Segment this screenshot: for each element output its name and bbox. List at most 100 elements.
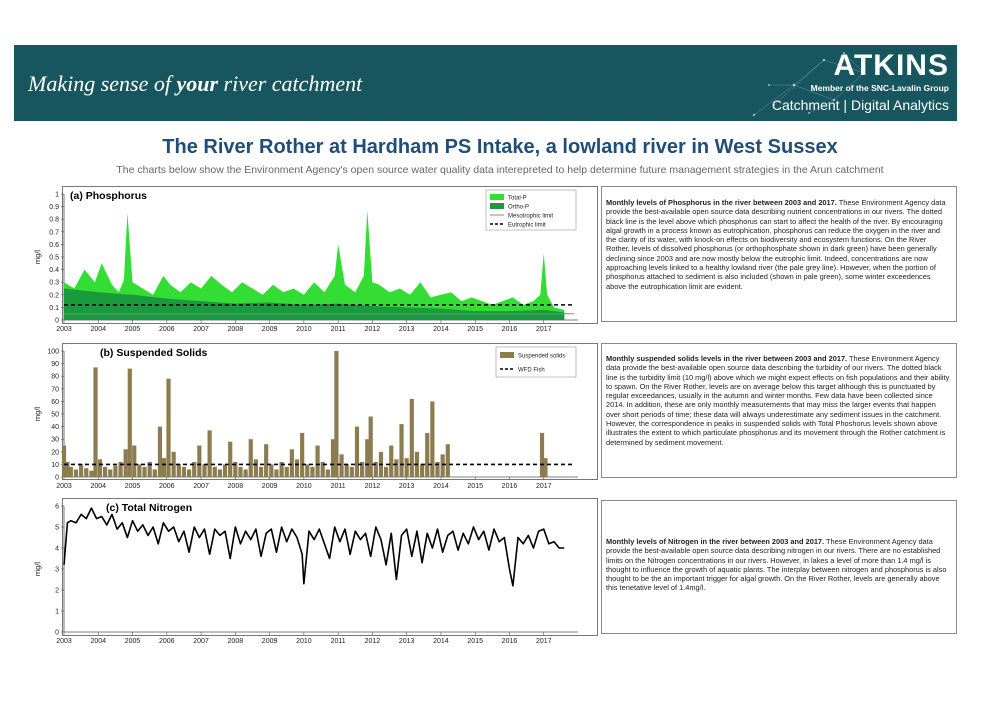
y-tick-label: 90 (51, 361, 59, 368)
x-tick-label: 2011 (331, 638, 346, 645)
y-tick-label: 10 (51, 462, 59, 469)
chart-title: (c) Total Nitrogen (106, 502, 192, 514)
x-tick-label: 2008 (228, 326, 244, 333)
y-tick-label: 1 (55, 609, 59, 616)
x-tick-label: 2010 (296, 638, 312, 645)
x-tick-label: 2008 (228, 638, 244, 645)
y-tick-label: 50 (51, 412, 59, 419)
y-tick-label: 0 (55, 630, 59, 637)
ss-bar (344, 464, 349, 477)
x-tick-label: 2007 (193, 326, 209, 333)
y-tick-label: 0 (55, 318, 59, 325)
suspended-solids-description-heading: Monthly suspended solids levels in the r… (606, 354, 848, 363)
y-axis-label: mg/l (33, 562, 42, 577)
ss-bar (384, 466, 389, 477)
ss-bar (176, 464, 181, 477)
x-tick-label: 2016 (502, 326, 518, 333)
ss-bar (339, 454, 344, 477)
x-tick-label: 2012 (365, 483, 381, 490)
y-tick-label: 4 (55, 546, 59, 553)
ss-bar (84, 468, 89, 477)
ss-bar (409, 398, 414, 477)
nitrogen-description: Monthly levels of Nitrogen in the river … (601, 500, 957, 634)
ss-bar (123, 449, 128, 477)
x-tick-label: 2006 (159, 638, 175, 645)
y-tick-label: 40 (51, 424, 59, 431)
y-tick-label: 5 (55, 525, 59, 532)
ss-bar (68, 466, 73, 477)
ss-bar (349, 466, 354, 477)
ss-bar (228, 441, 233, 477)
ss-bar (425, 432, 430, 477)
ss-bar (264, 444, 269, 477)
tagline: Making sense of your river catchment (28, 71, 363, 96)
ss-bar (368, 416, 373, 477)
y-tick-label: 3 (55, 567, 59, 574)
x-tick-label: 2012 (365, 638, 381, 645)
x-tick-label: 2015 (467, 483, 483, 490)
x-tick-label: 2011 (331, 326, 346, 333)
suspended-solids-description: Monthly suspended solids levels in the r… (601, 343, 957, 478)
x-tick-label: 2010 (296, 483, 312, 490)
ss-bar (127, 368, 132, 477)
y-axis-label: mg/l (33, 250, 42, 265)
x-tick-label: 2004 (90, 326, 106, 333)
x-tick-label: 2003 (56, 483, 72, 490)
x-tick-label: 2006 (159, 483, 175, 490)
ss-bar (269, 464, 274, 477)
x-tick-label: 2004 (90, 483, 106, 490)
x-tick-label: 2005 (125, 638, 141, 645)
x-tick-label: 2005 (125, 326, 141, 333)
nitrogen-chart: 0 1 2 3 4 5 6 2003 2004 2005 2006 2007 2008 2009 2010 2… (33, 502, 578, 645)
x-tick-label: 2007 (193, 483, 209, 490)
ss-bar (202, 464, 207, 477)
x-tick-label: 2014 (433, 326, 449, 333)
y-tick-label: 0.9 (49, 204, 59, 211)
y-tick-label: 0.1 (49, 305, 59, 312)
ss-bar (289, 449, 294, 477)
y-tick-label: 0 (55, 475, 59, 482)
phosphorus-description-heading: Monthly levels of Phosphorus in the rive… (606, 198, 837, 207)
ss-bar (404, 458, 409, 477)
ss-bar (89, 470, 94, 477)
ss-bar (310, 466, 315, 477)
ss-bar (132, 445, 137, 477)
x-tick-label: 2016 (502, 483, 518, 490)
ss-bar (543, 458, 548, 477)
y-tick-label: 2 (55, 588, 59, 595)
x-tick-label: 2009 (262, 483, 278, 490)
legend-label: WFD Fish (518, 367, 545, 373)
ss-bar (103, 466, 108, 477)
x-tick-label: 2017 (536, 638, 552, 645)
x-tick-label: 2011 (331, 483, 346, 490)
ss-bar (113, 465, 118, 477)
ss-bar (79, 464, 84, 477)
nitrogen-line (63, 507, 565, 587)
ss-bar (181, 466, 187, 477)
ss-bar (97, 459, 103, 477)
ss-bar (325, 469, 330, 477)
x-tick-label: 2004 (90, 638, 106, 645)
ss-bar (108, 469, 113, 477)
x-tick-label: 2017 (536, 326, 552, 333)
x-tick-label: 2015 (467, 326, 483, 333)
y-axis-label: mg/l (33, 407, 42, 422)
y-tick-label: 0.8 (49, 217, 59, 224)
ss-bar (207, 430, 212, 477)
member-text: Member of the SNC-Lavalin Group (810, 83, 949, 93)
ss-bar (389, 445, 394, 477)
x-tick-label: 2005 (125, 483, 141, 490)
ss-bar (294, 459, 300, 477)
y-tick-label: 0.4 (49, 267, 59, 274)
x-tick-label: 2009 (262, 638, 278, 645)
ss-bar (152, 469, 157, 477)
x-tick-label: 2003 (56, 638, 72, 645)
x-tick-label: 2017 (536, 483, 552, 490)
ss-bar (419, 464, 425, 477)
ss-bar (217, 469, 223, 477)
x-tick-label: 2014 (433, 638, 449, 645)
y-tick-label: 1 (55, 192, 59, 199)
ss-bar (212, 466, 217, 477)
x-tick-label: 2007 (193, 638, 209, 645)
phosphorus-description: Monthly levels of Phosphorus in the rive… (601, 186, 957, 322)
